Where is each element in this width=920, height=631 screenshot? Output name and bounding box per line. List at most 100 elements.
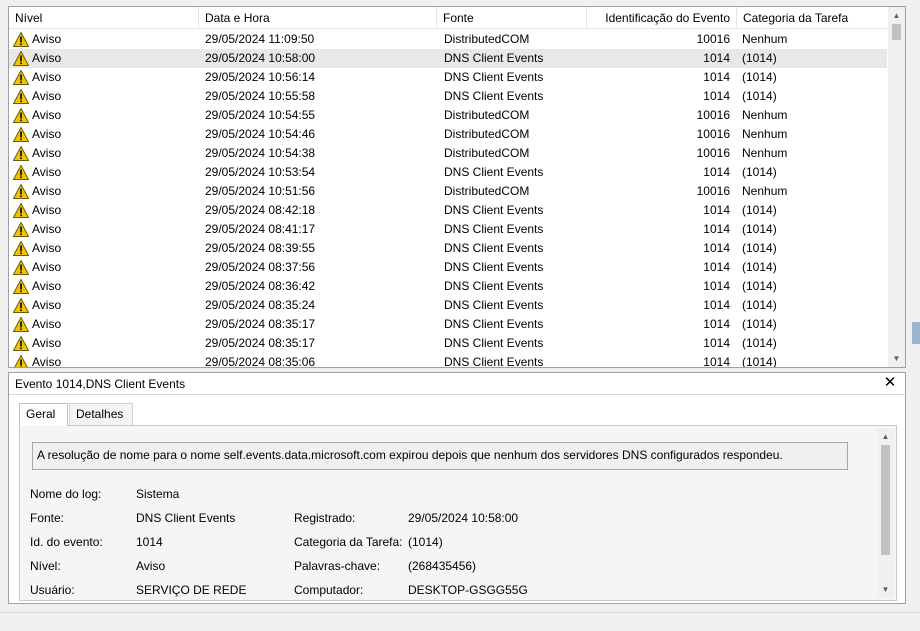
cell-nivel: Aviso — [32, 298, 62, 312]
cell-nivel: Aviso — [32, 165, 62, 179]
cell-categoria: (1014) — [742, 89, 777, 103]
value-computador[interactable]: DESKTOP-GSGG55G — [408, 582, 528, 598]
cell-categoria: (1014) — [742, 260, 777, 274]
detail-scrollbar[interactable]: ▲ ▼ — [877, 428, 894, 598]
value-fonte[interactable]: DNS Client Events — [136, 510, 235, 526]
value-id-evento[interactable]: 1014 — [136, 534, 163, 550]
scrollbar-thumb[interactable] — [892, 24, 901, 40]
close-icon[interactable]: ✕ — [883, 375, 897, 390]
table-row[interactable]: Aviso 29/05/2024 08:35:24 DNS Client Event… — [9, 296, 887, 315]
cell-fonte: DNS Client Events — [444, 51, 544, 65]
cell-categoria: (1014) — [742, 165, 777, 179]
cell-fonte: DNS Client Events — [444, 70, 544, 84]
cell-data-hora: 29/05/2024 10:58:00 — [205, 51, 316, 65]
status-bar — [0, 612, 920, 631]
cell-fonte: DNS Client Events — [444, 203, 544, 217]
cell-data-hora: 29/05/2024 08:35:06 — [205, 355, 316, 368]
cell-data-hora: 29/05/2024 10:54:55 — [205, 108, 316, 122]
table-row[interactable]: Aviso 29/05/2024 08:37:56 DNS Client Event… — [9, 258, 887, 277]
event-list[interactable]: Nível Data e Hora Fonte Identificação do… — [8, 6, 906, 368]
warning-icon — [13, 354, 29, 367]
cell-fonte: DNS Client Events — [444, 336, 544, 350]
label-computador: Computador: — [294, 583, 364, 597]
cell-id-evento: 1014 — [703, 355, 730, 368]
cell-nivel: Aviso — [32, 203, 62, 217]
cell-nivel: Aviso — [32, 260, 62, 274]
warning-icon — [12, 69, 30, 85]
cell-nivel: Aviso — [32, 89, 62, 103]
warning-icon — [12, 202, 30, 218]
value-usuario[interactable]: SERVIÇO DE REDE — [136, 582, 246, 598]
value-registrado[interactable]: 29/05/2024 10:58:00 — [408, 510, 518, 526]
warning-icon — [12, 335, 30, 351]
cell-data-hora: 29/05/2024 08:35:24 — [205, 298, 316, 312]
table-row[interactable]: Aviso 29/05/2024 08:39:55 DNS Client Event… — [9, 239, 887, 258]
cell-id-evento: 10016 — [696, 146, 730, 160]
column-header-id-evento[interactable]: Identificação do Evento — [587, 7, 737, 29]
chevron-up-icon[interactable]: ▲ — [888, 7, 905, 24]
cell-data-hora: 29/05/2024 10:56:14 — [205, 70, 316, 84]
warning-icon — [12, 107, 30, 123]
cell-id-evento: 1014 — [703, 317, 730, 331]
table-row[interactable]: Aviso 29/05/2024 10:56:14 DNS Client Event… — [9, 68, 887, 87]
value-nivel[interactable]: Aviso — [136, 558, 165, 574]
table-row[interactable]: Aviso 29/05/2024 08:35:17 DNS Client Event… — [9, 315, 887, 334]
column-header-categoria[interactable]: Categoria da Tarefa — [737, 7, 889, 29]
table-row[interactable]: Aviso 29/05/2024 10:55:58 DNS Client Event… — [9, 87, 887, 106]
column-header-data-hora[interactable]: Data e Hora — [199, 7, 437, 29]
cell-categoria: Nenhum — [742, 108, 788, 122]
event-list-header: Nível Data e Hora Fonte Identificação do… — [9, 7, 889, 29]
event-detail-pane: Evento 1014,DNS Client Events ✕ Geral De… — [8, 372, 906, 604]
chevron-down-icon[interactable]: ▼ — [877, 581, 894, 598]
cell-data-hora: 29/05/2024 08:37:56 — [205, 260, 316, 274]
table-row[interactable]: Aviso 29/05/2024 08:36:42 DNS Client Event… — [9, 277, 887, 296]
cell-fonte: DistributedCOM — [444, 127, 530, 141]
cell-id-evento: 10016 — [696, 108, 730, 122]
event-description[interactable]: A resolução de nome para o nome self.eve… — [32, 442, 848, 470]
cell-fonte: DNS Client Events — [444, 165, 544, 179]
table-row[interactable]: Aviso 29/05/2024 10:54:55 DistributedCOM 10… — [9, 106, 887, 125]
cell-data-hora: 29/05/2024 08:42:18 — [205, 203, 316, 217]
tab-detalhes[interactable]: Detalhes — [69, 403, 133, 425]
table-row[interactable]: Aviso 29/05/2024 08:35:17 DNS Client Event… — [9, 334, 887, 353]
tab-geral[interactable]: Geral — [19, 403, 68, 426]
column-header-fonte[interactable]: Fonte — [437, 7, 587, 29]
chevron-up-icon[interactable]: ▲ — [877, 428, 894, 445]
warning-icon — [12, 316, 30, 332]
value-nome-log[interactable]: Sistema — [136, 486, 179, 502]
cell-data-hora: 29/05/2024 08:39:55 — [205, 241, 316, 255]
cell-data-hora: 29/05/2024 10:53:54 — [205, 165, 316, 179]
warning-icon — [12, 164, 30, 180]
cell-fonte: DNS Client Events — [444, 241, 544, 255]
cell-categoria: (1014) — [742, 298, 777, 312]
event-detail-title: Evento 1014,DNS Client Events — [9, 373, 905, 395]
cell-categoria: (1014) — [742, 241, 777, 255]
table-row[interactable]: Aviso 29/05/2024 10:54:46 DistributedCOM 10… — [9, 125, 887, 144]
cell-id-evento: 10016 — [696, 127, 730, 141]
value-palavras-chave[interactable]: (268435456) — [408, 558, 476, 574]
warning-icon — [12, 278, 30, 294]
event-list-scrollbar[interactable]: ▲ ▼ — [888, 7, 905, 367]
column-header-nivel[interactable]: Nível — [9, 7, 199, 29]
table-row[interactable]: Aviso 29/05/2024 08:35:06 DNS Client Event… — [9, 353, 887, 368]
table-row[interactable]: Aviso 29/05/2024 10:58:00 DNS Client Event… — [9, 49, 887, 68]
chevron-down-icon[interactable]: ▼ — [888, 350, 905, 367]
cell-nivel: Aviso — [32, 51, 62, 65]
cell-categoria: Nenhum — [742, 32, 788, 46]
table-row[interactable]: Aviso 29/05/2024 10:51:56 DistributedCOM 10… — [9, 182, 887, 201]
cell-id-evento: 1014 — [703, 203, 730, 217]
cell-nivel: Aviso — [32, 108, 62, 122]
cell-nivel: Aviso — [32, 355, 62, 368]
cell-nivel: Aviso — [32, 32, 62, 46]
cell-categoria: (1014) — [742, 336, 777, 350]
table-row[interactable]: Aviso 29/05/2024 08:41:17 DNS Client Event… — [9, 220, 887, 239]
table-row[interactable]: Aviso 29/05/2024 10:54:38 DistributedCOM 10… — [9, 144, 887, 163]
table-row[interactable]: Aviso 29/05/2024 08:42:18 DNS Client Event… — [9, 201, 887, 220]
value-categoria[interactable]: (1014) — [408, 534, 443, 550]
table-row[interactable]: Aviso 29/05/2024 11:09:50 DistributedCOM 10… — [9, 30, 887, 49]
label-fonte: Fonte: — [30, 511, 65, 525]
table-row[interactable]: Aviso 29/05/2024 10:53:54 DNS Client Event… — [9, 163, 887, 182]
scrollbar-thumb[interactable] — [881, 445, 890, 555]
cell-categoria: (1014) — [742, 222, 777, 236]
cell-categoria: (1014) — [742, 355, 777, 368]
